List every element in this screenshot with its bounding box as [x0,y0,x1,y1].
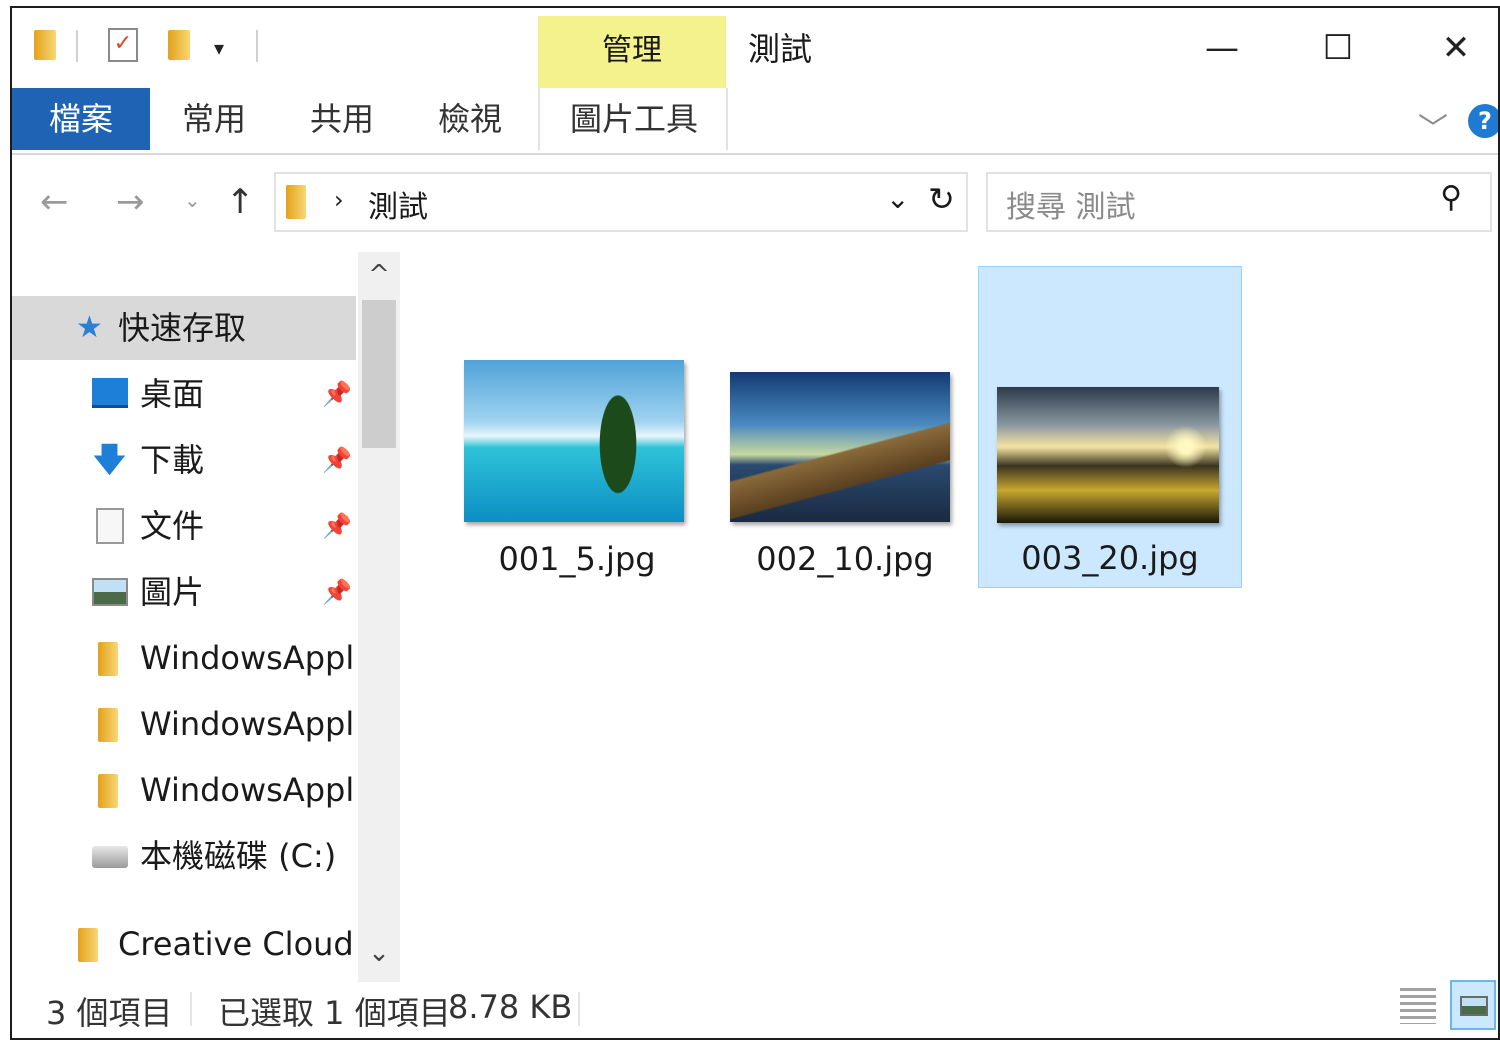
details-view-icon[interactable] [1400,988,1436,1024]
sidebar-item-label: 本機磁碟 (C:) [140,837,337,875]
pin-icon[interactable]: 📌 [322,494,352,558]
file-item[interactable]: 002_10.jpg [716,344,974,592]
help-icon[interactable]: ? [1468,104,1498,138]
manage-contextual-header: 管理 [538,16,726,88]
new-folder-icon[interactable] [168,30,190,60]
folder-icon [98,708,118,742]
sidebar-quick-access[interactable]: ★ 快速存取 [12,296,356,360]
download-icon: 🡇 [92,440,127,480]
window-title: 測試 [748,30,813,68]
pin-icon[interactable]: 📌 [322,560,352,624]
file-item[interactable]: 001_5.jpg [448,344,706,592]
scroll-up-icon[interactable]: ^ [358,260,400,290]
creative-cloud-folder-icon [78,928,98,962]
up-button[interactable]: ↑ [226,182,255,222]
tab-divider [538,88,540,150]
sidebar-item-label: 下載 [140,441,205,479]
maximize-button[interactable]: ☐ [1308,18,1368,78]
sidebar-item-label: 文件 [140,507,205,545]
status-item-count: 3 個項目 [46,994,173,1032]
explorer-window: ✓ ▾ 管理 測試 — ☐ ✕ 檔案 常用 共用 檢視 圖片工具 ﹀ ? ← →… [10,6,1500,1040]
toolbar-divider [256,30,258,62]
search-icon[interactable]: ⚲ [1440,180,1462,215]
sidebar-item-folder[interactable]: WindowsApplic [12,692,356,756]
status-size: 8.78 KB [448,988,573,1026]
folder-icon[interactable] [34,30,56,60]
pictures-icon [92,578,128,606]
file-item-selected[interactable]: 003_20.jpg [978,266,1242,588]
sidebar-item-desktop[interactable]: 桌面 📌 [12,362,356,426]
tab-share[interactable]: 共用 [290,88,394,150]
breadcrumb-chevron-icon[interactable]: › [334,186,344,214]
tab-divider [726,88,728,150]
back-button[interactable]: ← [40,182,69,222]
sidebar-item-label: Creative Cloud Fi [118,925,356,963]
scroll-down-icon[interactable]: ⌄ [358,938,400,968]
tab-home[interactable]: 常用 [162,88,266,150]
search-box[interactable]: 搜尋 測試 ⚲ [986,172,1492,232]
address-dropdown-icon[interactable]: ⌄ [886,182,909,215]
address-bar[interactable]: › 測試 ⌄ ↻ [274,172,968,232]
drive-icon [92,846,128,868]
tab-file[interactable]: 檔案 [12,88,150,150]
large-icons-view-icon [1460,996,1488,1016]
search-input[interactable]: 搜尋 測試 [1006,182,1136,226]
pin-icon[interactable]: 📌 [322,362,352,426]
large-icons-view-button[interactable] [1450,980,1496,1030]
file-name: 003_20.jpg [1021,539,1199,577]
pin-icon[interactable]: 📌 [322,428,352,492]
folder-icon [98,774,118,808]
breadcrumb[interactable]: 測試 [368,182,428,226]
image-thumbnail [730,372,950,522]
close-button[interactable]: ✕ [1426,18,1486,78]
customize-toolbar-dropdown-icon[interactable]: ▾ [214,36,224,60]
minimize-button[interactable]: — [1192,18,1252,78]
tab-view[interactable]: 檢視 [418,88,522,150]
image-thumbnail [464,360,684,522]
forward-button[interactable]: → [116,182,145,222]
sidebar-item-downloads[interactable]: 🡇 下載 📌 [12,428,356,492]
desktop-icon [92,378,128,408]
ribbon-divider [12,153,1498,155]
sidebar-item-label: WindowsApplic [140,705,356,743]
status-divider [190,992,192,1026]
sidebar-item-folder[interactable]: WindowsApplic [12,758,356,822]
sidebar-item-documents[interactable]: 文件 📌 [12,494,356,558]
sidebar-item-label: WindowsApplic [140,771,356,809]
image-thumbnail [997,387,1219,523]
sidebar-item-creative-cloud[interactable]: Creative Cloud Fi [12,912,356,976]
refresh-icon[interactable]: ↻ [928,180,955,218]
folder-icon [286,185,306,219]
tab-picture-tools[interactable]: 圖片工具 [542,88,726,150]
expand-ribbon-icon[interactable]: ﹀ [1418,104,1448,148]
sidebar-item-pictures[interactable]: 圖片 📌 [12,560,356,624]
status-selection: 已選取 1 個項目 [218,994,451,1032]
sidebar-item-label: WindowsApplic [140,639,356,677]
folder-icon [98,642,118,676]
properties-icon[interactable]: ✓ [108,28,138,62]
star-icon: ★ [76,310,103,345]
sidebar-item-label: 快速存取 [118,309,247,347]
document-icon [96,508,124,544]
sidebar-item-folder[interactable]: WindowsApplic [12,626,356,690]
sidebar-item-local-disk[interactable]: 本機磁碟 (C:) [12,824,356,888]
toolbar-divider [76,30,78,62]
file-name: 002_10.jpg [756,540,934,578]
status-divider [578,992,580,1026]
sidebar-item-label: 桌面 [140,375,205,413]
scrollbar-thumb[interactable] [362,300,396,448]
sidebar-item-label: 圖片 [140,573,205,611]
recent-locations-dropdown-icon[interactable]: ⌄ [184,188,201,212]
file-name: 001_5.jpg [498,540,656,578]
